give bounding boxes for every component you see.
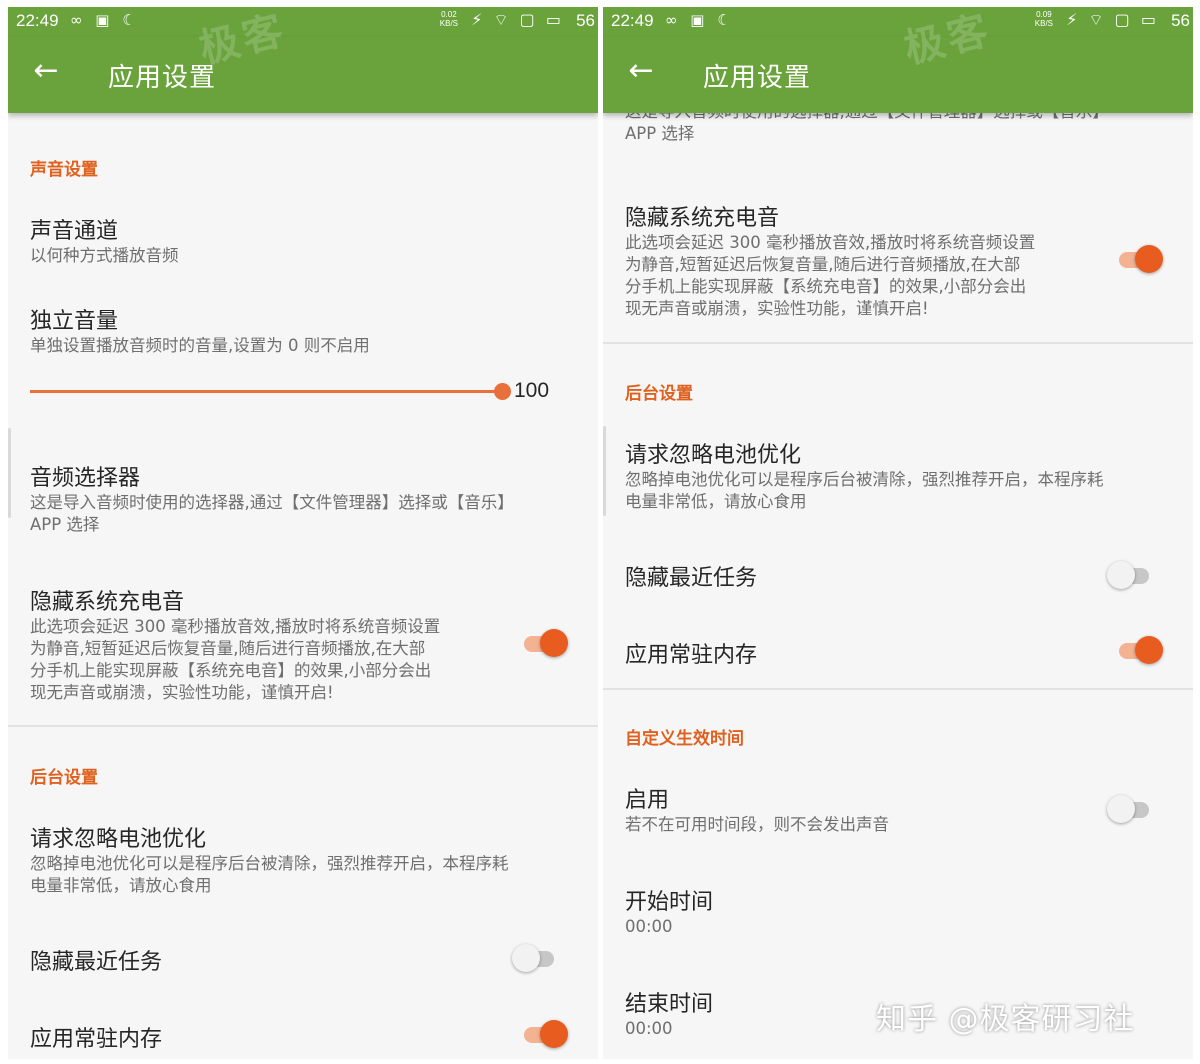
- setting-subtitle: 为静音,短暂延迟后恢复音量,随后进行音频播放,在大部: [30, 639, 426, 658]
- settings-list[interactable]: 声音设置 声音通道 以何种方式播放音频 独立音量 单独设置播放音频时的音量,设置…: [8, 113, 598, 1059]
- setting-subtitle: 电量非常低，请放心食用: [30, 876, 212, 895]
- network-rate: 0.02 KB/S: [439, 10, 458, 28]
- setting-value: 00:00: [625, 1019, 673, 1038]
- setting-subtitle: 电量非常低，请放心食用: [625, 492, 807, 511]
- setting-subtitle: 忽略掉电池优化可以是程序后台被清除，强烈推荐开启，本程序耗: [30, 854, 509, 873]
- status-bar: 22:49 ∞ ▣ ☾ 0.02 KB/S ⚡ ⌔ ▢ ▭ 56: [8, 7, 598, 37]
- enable-schedule-toggle[interactable]: [1107, 793, 1157, 825]
- section-header-background: 后台设置: [625, 384, 693, 404]
- section-header-background: 后台设置: [30, 768, 98, 788]
- setting-subtitle: 为静音,短暂延迟后恢复音量,随后进行音频播放,在大部: [625, 255, 1021, 274]
- phone-screen-left: 22:49 ∞ ▣ ☾ 0.02KB/S ⚡ ⌔ ▢ ▭ 56 极客 ← 应用设…: [8, 7, 598, 1059]
- hide-charge-sound-toggle[interactable]: [1115, 243, 1165, 275]
- zhihu-watermark: 知乎 @极客研习社: [876, 1002, 1135, 1037]
- status-time: 22:49: [16, 11, 59, 30]
- divider: [603, 342, 1193, 344]
- battery-level: 56: [1171, 11, 1190, 30]
- volume-slider-thumb[interactable]: [494, 383, 511, 400]
- hide-charge-sound-toggle[interactable]: [520, 627, 570, 659]
- scroll-edge-indicator: [8, 428, 11, 518]
- setting-subtitle-partial: 这是导入音频时使用的选择器,通过【文件管理器】选择或【音乐】: [625, 113, 1109, 123]
- setting-subtitle: 此选项会延迟 300 毫秒播放音效,播放时将系统音频设置: [625, 233, 1036, 252]
- setting-title: 请求忽略电池优化: [30, 827, 207, 852]
- status-bar: 22:49 ∞ ▣ ☾ 0.09 KB/S ⚡ ⌔ ▢ ▭ 56: [603, 7, 1193, 37]
- status-right-icons: ⚡ ⌔ ▢ ▭: [1066, 10, 1159, 29]
- resident-memory-toggle[interactable]: [520, 1018, 570, 1050]
- back-arrow-icon[interactable]: ←: [623, 51, 659, 91]
- status-right-icons: ⚡ ⌔ ▢ ▭: [471, 10, 564, 29]
- page-title: 应用设置: [108, 63, 217, 93]
- volume-value: 100: [514, 379, 550, 402]
- phone-screen-right: 22:49 ∞ ▣ ☾ 0.09KB/S ⚡ ⌔ ▢ ▭ 56 极客 ← 应用设…: [603, 7, 1193, 1059]
- status-time: 22:49: [611, 11, 654, 30]
- resident-memory-toggle[interactable]: [1115, 634, 1165, 666]
- setting-title: 隐藏系统充电音: [30, 590, 185, 615]
- setting-subtitle: 现无声音或崩溃，实验性功能，谨慎开启!: [625, 299, 929, 318]
- divider: [8, 725, 598, 727]
- battery-level: 56: [576, 11, 595, 30]
- setting-title: 应用常驻内存: [625, 643, 758, 668]
- section-header-sound: 声音设置: [30, 160, 98, 180]
- status-left-icons: ∞ ▣ ☾: [70, 11, 140, 29]
- divider: [603, 688, 1193, 690]
- setting-subtitle: 分手机上能实现屏蔽【系统充电音】的效果,小部分会出: [30, 661, 432, 680]
- setting-title: 应用常驻内存: [30, 1027, 163, 1052]
- setting-subtitle: 忽略掉电池优化可以是程序后台被清除，强烈推荐开启，本程序耗: [625, 470, 1104, 489]
- back-arrow-icon[interactable]: ←: [28, 51, 64, 91]
- setting-title: 隐藏最近任务: [625, 566, 758, 591]
- setting-title: 启用: [625, 788, 670, 813]
- setting-subtitle: 若不在可用时间段，则不会发出声音: [625, 815, 889, 834]
- settings-list[interactable]: 这是导入音频时使用的选择器,通过【文件管理器】选择或【音乐】 APP 选择 隐藏…: [603, 113, 1193, 1059]
- hide-recent-toggle[interactable]: [512, 942, 562, 974]
- setting-subtitle: 分手机上能实现屏蔽【系统充电音】的效果,小部分会出: [625, 277, 1027, 296]
- network-rate: 0.09 KB/S: [1034, 10, 1053, 28]
- hide-recent-toggle[interactable]: [1107, 559, 1157, 591]
- setting-title: 结束时间: [625, 992, 714, 1017]
- setting-title: 声音通道: [30, 219, 119, 244]
- setting-title: 隐藏系统充电音: [625, 206, 780, 231]
- setting-subtitle: 这是导入音频时使用的选择器,通过【文件管理器】选择或【音乐】: [30, 493, 514, 512]
- section-header-custom-time: 自定义生效时间: [625, 729, 744, 749]
- setting-title: 隐藏最近任务: [30, 950, 163, 975]
- status-left-icons: ∞ ▣ ☾: [665, 11, 735, 29]
- setting-subtitle: APP 选择: [30, 515, 100, 534]
- app-bar: ← 应用设置: [603, 37, 1193, 113]
- setting-value: 00:00: [625, 917, 673, 936]
- setting-subtitle: 现无声音或崩溃，实验性功能，谨慎开启!: [30, 683, 334, 702]
- setting-title: 独立音量: [30, 309, 119, 334]
- scroll-edge-indicator: [603, 426, 606, 516]
- volume-slider-track[interactable]: [30, 390, 500, 393]
- setting-subtitle: 此选项会延迟 300 毫秒播放音效,播放时将系统音频设置: [30, 617, 441, 636]
- app-bar: ← 应用设置: [8, 37, 598, 113]
- setting-subtitle: APP 选择: [625, 124, 695, 143]
- setting-subtitle: 以何种方式播放音频: [30, 246, 179, 265]
- setting-subtitle: 单独设置播放音频时的音量,设置为 0 则不启用: [30, 336, 370, 355]
- setting-title: 请求忽略电池优化: [625, 443, 802, 468]
- setting-title: 音频选择器: [30, 466, 141, 491]
- setting-title: 开始时间: [625, 890, 714, 915]
- page-title: 应用设置: [703, 63, 812, 93]
